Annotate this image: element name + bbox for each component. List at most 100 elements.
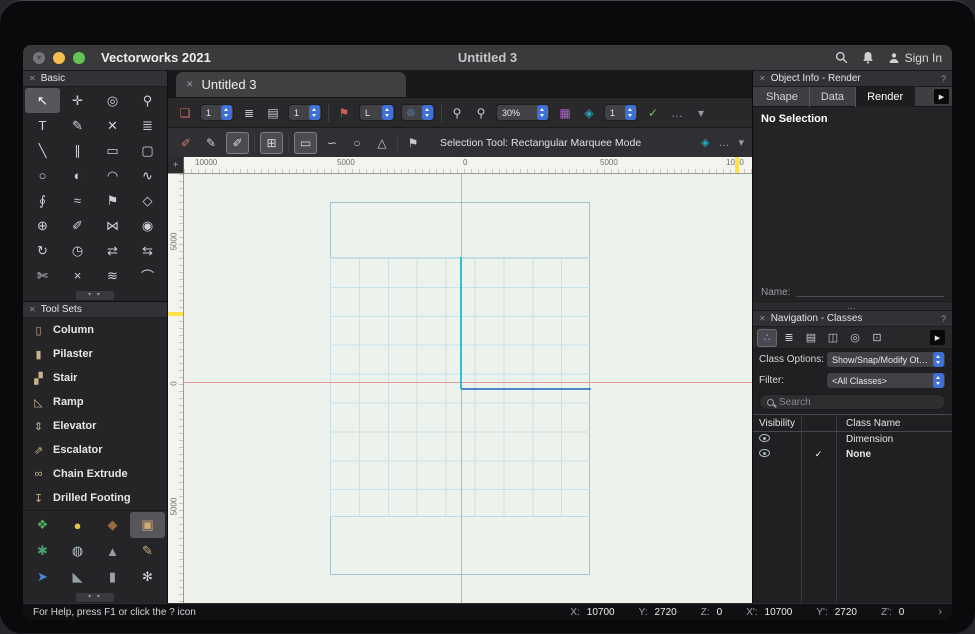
search-icon[interactable] xyxy=(835,51,848,64)
references-mode-icon[interactable]: ⊡ xyxy=(867,329,887,347)
polygon-tool-icon[interactable]: ◇ xyxy=(130,188,165,213)
tool-set-item-escalator[interactable]: ⇗Escalator xyxy=(23,438,167,462)
statusbar-expand-icon[interactable]: › xyxy=(938,606,942,618)
column-3d-tool-icon[interactable]: ✎ xyxy=(130,538,165,564)
sphere-tool-icon[interactable]: ● xyxy=(60,512,95,538)
mirror-tool-icon[interactable]: ⋈ xyxy=(95,213,130,238)
tool-set-item-drilled-footing[interactable]: ↧Drilled Footing xyxy=(23,486,167,510)
render-mode-icon[interactable]: ◈ xyxy=(580,104,598,122)
basic-palette-expander[interactable]: ▾ ▾ xyxy=(23,289,167,301)
arc-tool-icon[interactable]: ◠ xyxy=(95,163,130,188)
reshape-tool-icon[interactable]: ✕ xyxy=(95,113,130,138)
close-palette-icon[interactable]: ✕ xyxy=(759,314,766,323)
split-tool-icon[interactable]: ⇆ xyxy=(130,238,165,263)
object-info-header[interactable]: ✕ Object Info - Render ? xyxy=(753,71,952,87)
close-palette-icon[interactable]: ✕ xyxy=(29,74,36,83)
attribute-dropper-icon[interactable]: ✐ xyxy=(176,136,196,150)
sign-in-button[interactable]: Sign In xyxy=(888,51,942,65)
polygon-marquee-icon[interactable]: △ xyxy=(372,136,392,150)
spiral-tool-icon[interactable]: ∮ xyxy=(25,188,60,213)
pan-tool-icon[interactable]: ✛ xyxy=(60,88,95,113)
zoom-level-dropdown[interactable]: 30% xyxy=(496,104,550,121)
tool-sets-header[interactable]: ✕ Tool Sets xyxy=(23,302,167,318)
clock-tool-icon[interactable]: ◷ xyxy=(60,238,95,263)
classes-mode-icon[interactable]: ∴ xyxy=(757,329,777,347)
oval-tool-icon[interactable]: ◐ xyxy=(60,163,95,188)
locus-tool-icon[interactable]: ⊕ xyxy=(25,213,60,238)
zoom-tool-icon[interactable]: ⚲ xyxy=(130,88,165,113)
roof-tool-icon[interactable]: ❖ xyxy=(25,512,60,538)
zoom-fit-icon[interactable]: ⚲ xyxy=(472,104,490,122)
help-icon[interactable]: ? xyxy=(941,74,946,84)
line-tool-icon[interactable]: ╲ xyxy=(25,138,60,163)
connect-tool-icon[interactable]: ≋ xyxy=(95,263,130,288)
visibility-eye-icon[interactable] xyxy=(759,449,770,457)
sheet-dropdown[interactable]: 1 xyxy=(604,104,638,121)
plane-tool-icon[interactable]: ➤ xyxy=(25,564,60,590)
double-line-tool-icon[interactable]: ∥ xyxy=(60,138,95,163)
tab-shape[interactable]: Shape xyxy=(755,87,810,107)
panel-divider[interactable]: … xyxy=(753,301,952,311)
lasso-marquee-icon[interactable]: ∽ xyxy=(322,136,342,150)
toolbar-overflow-icon[interactable]: … xyxy=(668,104,686,122)
maximize-window-button[interactable] xyxy=(73,52,85,64)
sheet-layers-mode-icon[interactable]: ▤ xyxy=(801,329,821,347)
offset-tool-icon[interactable]: ✐ xyxy=(60,213,95,238)
class-name-column-header[interactable]: Class Name xyxy=(836,418,952,429)
notifications-bell-icon[interactable] xyxy=(862,51,874,64)
toolbar-chevron-icon[interactable]: ▾ xyxy=(692,104,710,122)
curve-tool-icon[interactable]: ≈ xyxy=(60,188,95,213)
rotate-tool-icon[interactable]: ↻ xyxy=(25,238,60,263)
navigation-header[interactable]: ✕ Navigation - Classes ? xyxy=(753,311,952,327)
knife-tool-icon[interactable]: ✄ xyxy=(25,263,60,288)
tool-set-item-ramp[interactable]: ◺Ramp xyxy=(23,390,167,414)
zoom-in-icon[interactable]: ⚲ xyxy=(448,104,466,122)
pen-mode-icon[interactable]: ✎ xyxy=(201,136,221,150)
tool-set-item-elevator[interactable]: ⇕Elevator xyxy=(23,414,167,438)
document-tab[interactable]: ✕ Untitled 3 xyxy=(176,72,406,97)
box-tool-icon[interactable]: ◆ xyxy=(95,512,130,538)
selection-tool-icon[interactable]: ↖ xyxy=(25,88,60,113)
pushpin-icon[interactable]: ⚑ xyxy=(403,136,423,150)
cone-tool-icon[interactable]: ▲ xyxy=(95,538,130,564)
polyline-tool-icon[interactable]: ⚑ xyxy=(95,188,130,213)
search-input[interactable] xyxy=(779,397,938,408)
view-dropdown[interactable]: 1 xyxy=(288,104,322,121)
class-options-dropdown[interactable]: Show/Snap/Modify Oth... xyxy=(826,351,946,368)
class-row-dimension[interactable]: Dimension xyxy=(753,432,952,447)
part-tool-icon[interactable]: ✻ xyxy=(130,564,165,590)
rectangular-marquee-icon[interactable]: ▭ xyxy=(294,132,317,154)
visibility-eye-icon[interactable] xyxy=(759,434,770,442)
close-tab-icon[interactable]: ✕ xyxy=(186,79,194,90)
checkmark-icon[interactable]: ✓ xyxy=(644,104,662,122)
tool-options-icon[interactable]: ◈ xyxy=(701,136,709,149)
close-window-button[interactable]: ✕ xyxy=(33,52,45,64)
design-layers-mode-icon[interactable]: ≣ xyxy=(779,329,799,347)
close-palette-icon[interactable]: ✕ xyxy=(29,305,36,314)
active-class-icon[interactable]: ⚑ xyxy=(335,104,353,122)
modebar-chevron-icon[interactable]: ▾ xyxy=(738,136,744,149)
stack-order-icon[interactable]: ≣ xyxy=(240,104,258,122)
visibility-dropdown[interactable]: ◎ xyxy=(401,104,435,121)
text-tool-icon[interactable]: T xyxy=(25,113,60,138)
visibility-tool-icon[interactable]: ≣ xyxy=(130,113,165,138)
move-tool-icon[interactable]: ⇄ xyxy=(95,238,130,263)
viewports-mode-icon[interactable]: ◫ xyxy=(823,329,843,347)
tool-set-item-column[interactable]: ▯Column xyxy=(23,318,167,342)
tool-sets-expander[interactable]: ▾ ▾ xyxy=(23,591,167,603)
dome-tool-icon[interactable]: ◍ xyxy=(60,538,95,564)
tool-set-item-chain-extrude[interactable]: ∞Chain Extrude xyxy=(23,462,167,486)
fillet-tool-icon[interactable]: ⌒ xyxy=(130,263,165,288)
wedge-tool-icon[interactable]: ◣ xyxy=(60,564,95,590)
rounded-rectangle-tool-icon[interactable]: ▢ xyxy=(130,138,165,163)
panel-menu-icon[interactable]: ▶ xyxy=(930,330,945,345)
snap-grid-icon[interactable]: ▦ xyxy=(556,104,574,122)
oval-marquee-icon[interactable]: ○ xyxy=(347,136,367,150)
flyover-tool-icon[interactable]: ◎ xyxy=(95,88,130,113)
freehand-tool-icon[interactable]: ∿ xyxy=(130,163,165,188)
drawing-canvas[interactable] xyxy=(184,174,752,603)
panel-menu-icon[interactable]: ▶ xyxy=(934,89,949,104)
rectangle-tool-icon[interactable]: ▭ xyxy=(95,138,130,163)
extrude-tool-icon[interactable]: ▣ xyxy=(130,512,165,538)
interactive-scaling-icon[interactable]: ⊞ xyxy=(260,132,283,154)
